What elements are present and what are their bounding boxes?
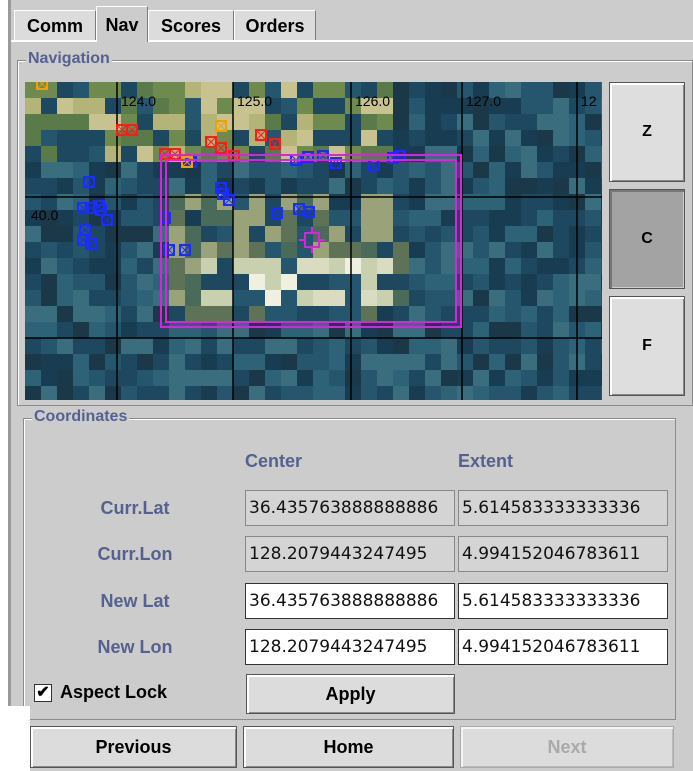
tab-nav[interactable]: Nav <box>96 6 148 42</box>
tab-scores[interactable]: Scores <box>148 10 234 40</box>
next-button[interactable]: Next <box>460 726 674 768</box>
curr-lat-extent-field: 5.614583333333336 <box>458 490 668 526</box>
coordinates-group-title: Coordinates <box>32 408 130 426</box>
tab-comm[interactable]: Comm <box>14 10 96 40</box>
new-lat-label: New Lat <box>100 591 170 611</box>
home-button[interactable]: Home <box>243 726 454 768</box>
new-lat-extent-input[interactable]: 5.614583333333336 <box>458 583 668 619</box>
curr-lon-label: Curr.Lon <box>97 544 173 564</box>
new-lon-label: New Lon <box>97 637 173 657</box>
aspect-lock-label: Aspect Lock <box>60 682 168 702</box>
navigation-group-title: Navigation <box>26 50 112 68</box>
window-gap <box>0 706 30 771</box>
grid-label-lon: 12 <box>581 93 597 109</box>
previous-button[interactable]: Previous <box>30 726 237 768</box>
extent-column-header: Extent <box>458 451 514 471</box>
zoom-in-button[interactable]: Z <box>609 82 685 182</box>
panel-edge <box>8 0 11 771</box>
grid-label-lon: 125.0 <box>237 93 272 109</box>
curr-lon-center-field: 128.2079443247495 <box>245 536 455 572</box>
terrain-layer <box>25 82 602 400</box>
map-canvas[interactable]: 124.0 125.0 126.0 127.0 12 40.0 <box>25 82 602 400</box>
navigation-map[interactable]: 124.0 125.0 126.0 127.0 12 40.0 <box>25 82 602 400</box>
apply-button[interactable]: Apply <box>246 674 455 714</box>
new-lon-extent-input[interactable]: 4.994152046783611 <box>458 629 668 665</box>
grid-label-lat: 40.0 <box>31 207 58 223</box>
grid-label-lon: 126.0 <box>355 93 390 109</box>
curr-lat-center-field: 36.435763888888886 <box>245 490 455 526</box>
new-lat-center-input[interactable]: 36.435763888888886 <box>245 583 455 619</box>
center-column-header: Center <box>245 451 303 471</box>
curr-lat-label: Curr.Lat <box>100 498 170 518</box>
grid-label-lon: 127.0 <box>466 93 501 109</box>
checkmark-icon: ✔ <box>36 684 50 701</box>
tab-orders[interactable]: Orders <box>234 10 316 40</box>
new-lon-center-input[interactable]: 128.2079443247495 <box>245 629 455 665</box>
grid-label-lon: 124.0 <box>121 93 156 109</box>
curr-lon-extent-field: 4.994152046783611 <box>458 536 668 572</box>
aspect-lock-checkbox[interactable]: ✔ <box>34 684 52 702</box>
zoom-out-button[interactable]: F <box>609 296 685 396</box>
center-button[interactable]: C <box>609 189 685 289</box>
